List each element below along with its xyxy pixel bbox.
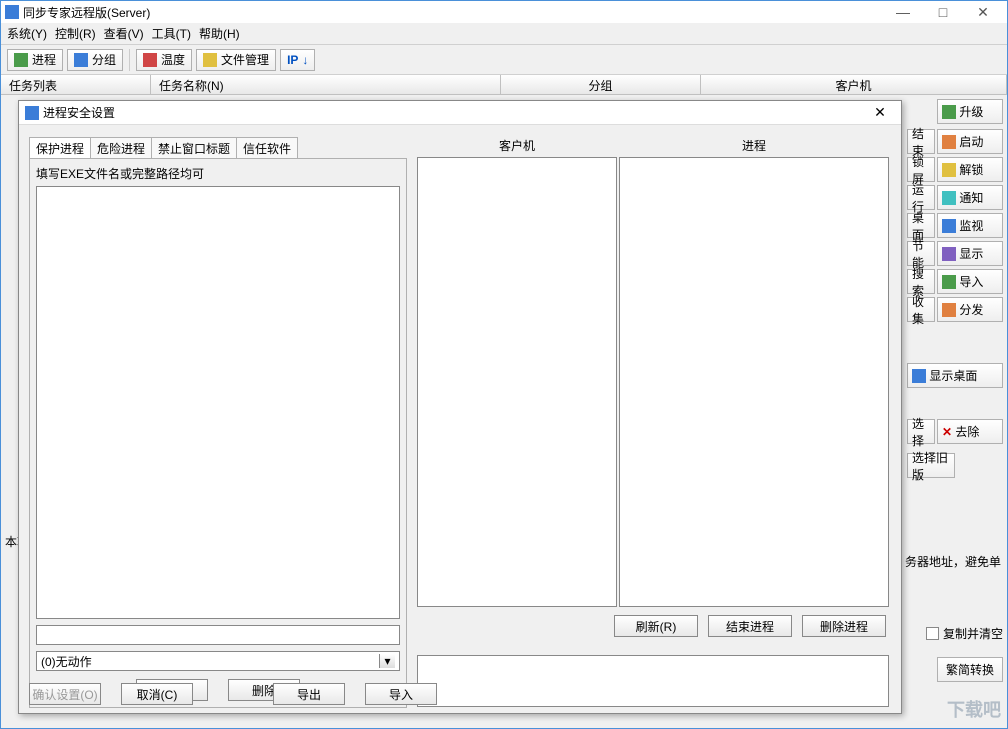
btn-search-partial[interactable]: 搜索: [907, 269, 935, 294]
btn-display[interactable]: 显示: [937, 241, 1003, 266]
dialog-body: 保护进程 危险进程 禁止窗口标题 信任软件 填写EXE文件名或完整路径均可 (0…: [19, 125, 901, 713]
dialog-icon: [25, 106, 39, 120]
menu-view[interactable]: 查看(V): [104, 25, 144, 42]
client-column: 客户机: [417, 137, 617, 607]
btn-collect-partial[interactable]: 收集: [907, 297, 935, 322]
unlock-icon: [942, 163, 956, 177]
col-taskname[interactable]: 任务名称(N): [151, 75, 501, 94]
btn-refresh[interactable]: 刷新(R): [614, 615, 698, 637]
tb-temperature[interactable]: 温度: [136, 49, 192, 71]
action-buttons: 刷新(R) 结束进程 删除进程: [614, 615, 886, 637]
btn-run-partial[interactable]: 运行: [907, 185, 935, 210]
start-icon: [942, 135, 956, 149]
btn-notify[interactable]: 通知: [937, 185, 1003, 210]
btn-desktop-partial[interactable]: 桌面: [907, 213, 935, 238]
folder-icon: [203, 53, 217, 67]
chevron-down-icon: ▾: [379, 654, 395, 668]
sound-icon: [942, 191, 956, 205]
tab-protect[interactable]: 保护进程: [29, 137, 91, 159]
column-headers: 任务列表 任务名称(N) 分组 客户机: [1, 75, 1007, 95]
btn-delproc[interactable]: 删除进程: [802, 615, 886, 637]
btn-unlock[interactable]: 解锁: [937, 157, 1003, 182]
tab-trust[interactable]: 信任软件: [236, 137, 298, 159]
thermometer-icon: [143, 53, 157, 67]
output-box[interactable]: [417, 655, 889, 707]
maximize-button[interactable]: □: [923, 1, 963, 23]
btn-end-partial[interactable]: 结束: [907, 129, 935, 154]
tab-blocktitle[interactable]: 禁止窗口标题: [151, 137, 237, 159]
btn-export[interactable]: 导出: [273, 683, 345, 705]
menu-help[interactable]: 帮助(H): [199, 25, 240, 42]
btn-import[interactable]: 导入: [937, 269, 1003, 294]
process-column: 进程: [619, 137, 889, 607]
input-field[interactable]: [36, 625, 400, 645]
btn-endproc[interactable]: 结束进程: [708, 615, 792, 637]
btn-showdesktop[interactable]: 显示桌面: [907, 363, 1003, 388]
window-title: 同步专家远程版(Server): [23, 4, 150, 21]
btn-selectold-partial[interactable]: 选择旧版: [907, 453, 955, 478]
process-listbox[interactable]: [619, 157, 889, 607]
upgrade-icon: [942, 105, 956, 119]
dialog-close-button[interactable]: ✕: [865, 103, 895, 123]
btn-monitor[interactable]: 监视: [937, 213, 1003, 238]
btn-start[interactable]: 启动: [937, 129, 1003, 154]
titlebar: 同步专家远程版(Server) — □ ✕: [1, 1, 1007, 23]
btn-cancel[interactable]: 取消(C): [121, 683, 193, 705]
tb-ip[interactable]: IP↓: [280, 49, 315, 71]
minimize-button[interactable]: —: [883, 1, 923, 23]
monitor-icon: [942, 219, 956, 233]
client-listbox[interactable]: [417, 157, 617, 607]
tab-content: 填写EXE文件名或完整路径均可 (0)无动作 ▾ 添加 删除: [29, 158, 407, 708]
btn-power-partial[interactable]: 节能: [907, 241, 935, 266]
btn-import-dlg[interactable]: 导入: [365, 683, 437, 705]
menubar: 系统(Y) 控制(R) 查看(V) 工具(T) 帮助(H): [1, 23, 1007, 45]
bg-serveraddr: 务器地址，避免单: [905, 553, 1001, 570]
chk-copyclear[interactable]: 复制并清空: [926, 625, 1003, 642]
app-icon: [5, 5, 19, 19]
group-icon: [74, 53, 88, 67]
btn-distribute[interactable]: 分发: [937, 297, 1003, 322]
toolbar-divider: [129, 49, 130, 71]
btn-upgrade[interactable]: 升级: [937, 99, 1003, 124]
menu-tools[interactable]: 工具(T): [152, 25, 191, 42]
tb-group[interactable]: 分组: [67, 49, 123, 71]
desktop-icon: [912, 369, 926, 383]
dialog-tabs: 保护进程 危险进程 禁止窗口标题 信任软件: [29, 137, 297, 159]
dialog-titlebar: 进程安全设置 ✕: [19, 101, 901, 125]
tb-filemgr[interactable]: 文件管理: [196, 49, 276, 71]
distribute-icon: [942, 303, 956, 317]
btn-confirm[interactable]: 确认设置(O): [29, 683, 101, 705]
col-tasklist[interactable]: 任务列表: [1, 75, 151, 94]
dialog-title: 进程安全设置: [43, 104, 115, 121]
hint-text: 填写EXE文件名或完整路径均可: [36, 165, 400, 182]
display-icon: [942, 247, 956, 261]
tb-process[interactable]: 进程: [7, 49, 63, 71]
exe-listbox[interactable]: [36, 186, 400, 619]
btn-remove[interactable]: ✕ 去除: [937, 419, 1003, 444]
menu-control[interactable]: 控制(R): [55, 25, 96, 42]
client-col-header: 客户机: [417, 137, 617, 157]
watermark: 下载吧: [947, 696, 1001, 722]
btn-simpconv[interactable]: 繁简转换: [937, 657, 1003, 682]
action-combo[interactable]: (0)无动作 ▾: [36, 651, 400, 671]
col-group[interactable]: 分组: [501, 75, 701, 94]
btn-lock-partial[interactable]: 锁屏: [907, 157, 935, 182]
toolbar: 进程 分组 温度 文件管理 IP↓: [1, 45, 1007, 75]
close-button[interactable]: ✕: [963, 1, 1003, 23]
import-icon: [942, 275, 956, 289]
process-col-header: 进程: [619, 137, 889, 157]
col-client[interactable]: 客户机: [701, 75, 1007, 94]
dialog-bottom-buttons: 确认设置(O) 取消(C) 导出 导入: [29, 683, 437, 705]
tab-danger[interactable]: 危险进程: [90, 137, 152, 159]
menu-system[interactable]: 系统(Y): [7, 25, 47, 42]
process-security-dialog: 进程安全设置 ✕ 保护进程 危险进程 禁止窗口标题 信任软件 填写EXE文件名或…: [18, 100, 902, 714]
btn-select-partial[interactable]: 选择: [907, 419, 935, 444]
process-icon: [14, 53, 28, 67]
